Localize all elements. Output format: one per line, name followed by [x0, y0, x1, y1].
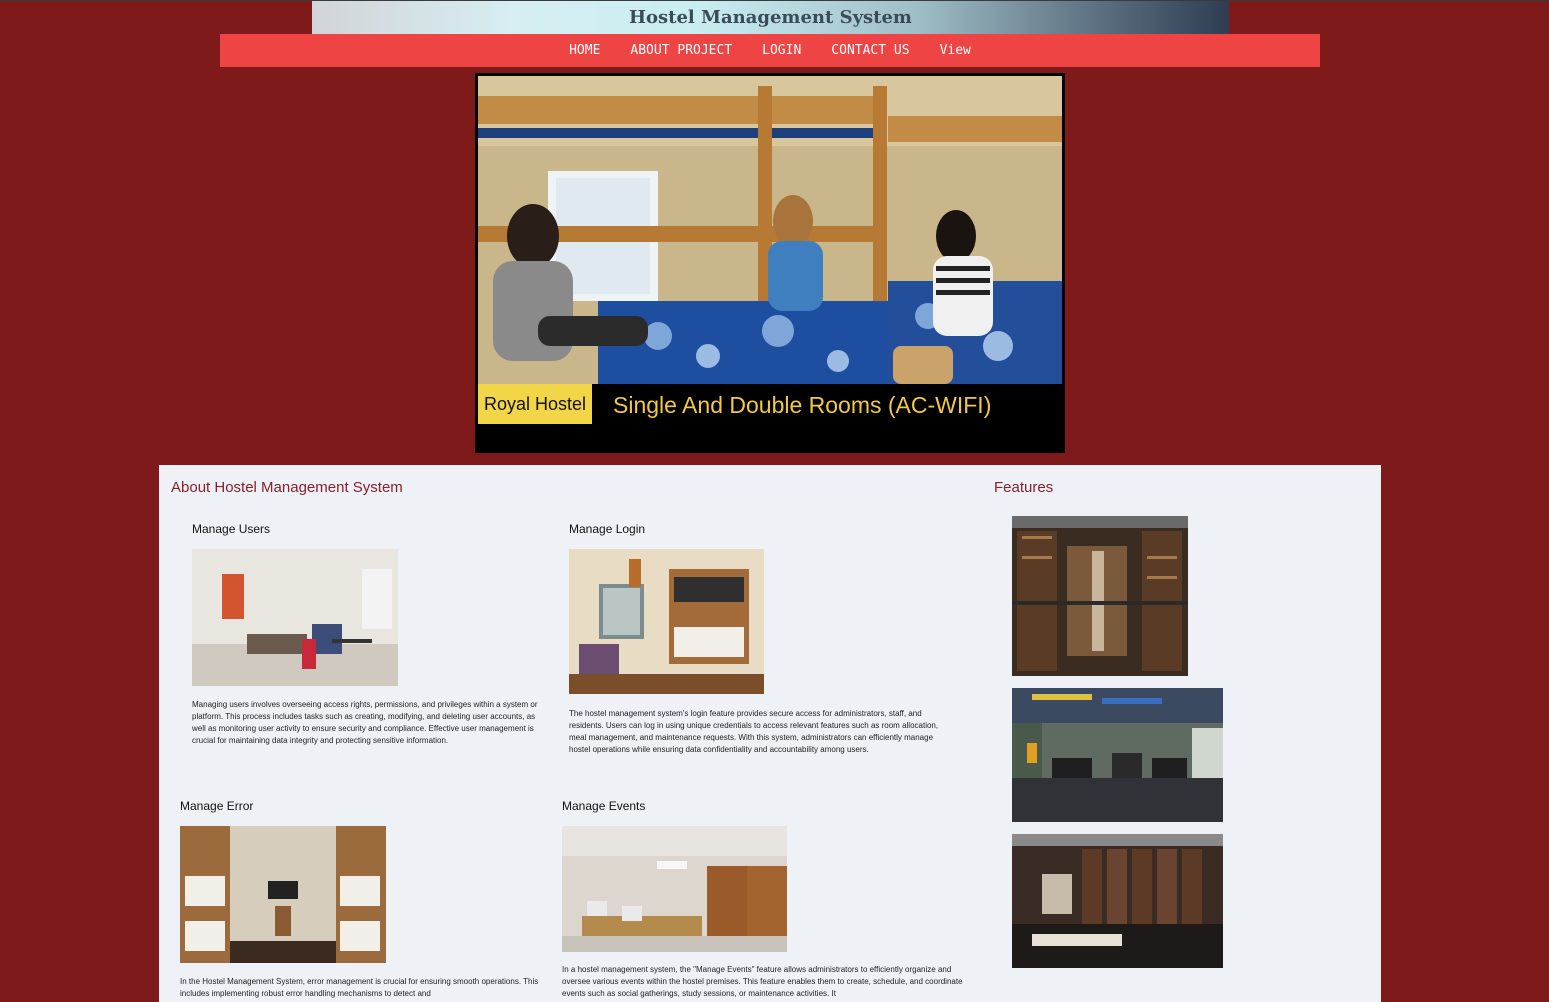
- manage-events-text: In a hostel management system, the "Mana…: [562, 965, 963, 998]
- manage-error-title: Manage Error: [180, 799, 254, 813]
- main-nav: HOME ABOUT PROJECT LOGIN CONTACT US View: [220, 34, 1320, 67]
- manage-login-text: The hostel management system's login fea…: [569, 709, 939, 754]
- nav-login-link[interactable]: LOGIN: [762, 43, 801, 58]
- manage-users-title: Manage Users: [192, 522, 271, 536]
- feature-gym-image: [1012, 688, 1223, 822]
- feature-library-image: [1012, 516, 1188, 676]
- manage-error-image: [180, 826, 386, 963]
- hero-photo: [478, 76, 1062, 384]
- hero-caption: Single And Double Rooms (AC-WIFI): [613, 392, 992, 418]
- hero-banner: Royal Hostel Single And Double Rooms (AC…: [475, 73, 1065, 453]
- manage-events-title: Manage Events: [562, 799, 646, 813]
- manage-login-image: [569, 549, 764, 694]
- feature-washroom-image: [1012, 834, 1223, 968]
- nav-home-link[interactable]: HOME: [569, 43, 600, 58]
- features-heading: Features: [994, 479, 1054, 496]
- manage-error-text: In the Hostel Management System, error m…: [180, 977, 539, 998]
- hostel-name-badge: Royal Hostel: [478, 384, 593, 424]
- site-title: Hostel Management System: [629, 7, 912, 28]
- nav-about-project-link[interactable]: ABOUT PROJECT: [630, 43, 732, 58]
- manage-users-text: Managing users involves overseeing acces…: [192, 700, 538, 745]
- main-content: About Hostel Management System Features …: [159, 465, 1381, 1002]
- manage-events-image: [562, 826, 787, 952]
- about-heading: About Hostel Management System: [171, 479, 403, 496]
- manage-login-title: Manage Login: [569, 522, 646, 536]
- nav-view-link[interactable]: View: [940, 43, 971, 58]
- site-header: Hostel Management System: [312, 1, 1229, 34]
- nav-contact-us-link[interactable]: CONTACT US: [831, 43, 909, 58]
- manage-users-image: [192, 549, 398, 686]
